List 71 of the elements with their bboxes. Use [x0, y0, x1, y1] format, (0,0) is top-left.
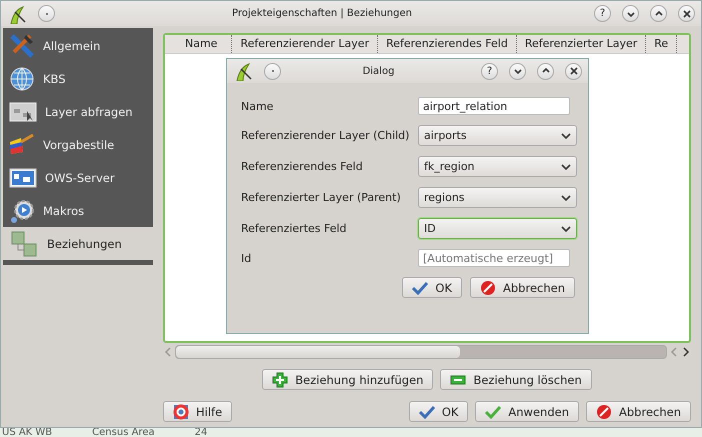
column-header[interactable]: Re: [646, 35, 678, 53]
sidebar-item[interactable]: Beziehungen: [3, 227, 153, 260]
button[interactable]: OK: [408, 401, 468, 422]
lifebuoy-icon: [173, 404, 189, 420]
field-label: Referenzierendes Feld: [241, 160, 364, 173]
text-field[interactable]: [Automatische erzeugt]: [418, 249, 570, 267]
tools-icon: [9, 32, 35, 58]
gear-icon: [9, 198, 35, 224]
sidebar-item[interactable]: Allgemein: [3, 29, 153, 62]
chevron-down-icon: [561, 194, 571, 202]
maximize-button[interactable]: [650, 5, 667, 22]
checkmark-icon: [485, 404, 502, 418]
scroll-left-icon: [669, 346, 679, 358]
help-button[interactable]: ?: [481, 62, 498, 80]
checkmark-icon: [418, 404, 435, 418]
chevron-down-icon: [561, 162, 571, 170]
dialog-title: Dialog: [362, 66, 396, 76]
field-label: Name: [241, 100, 274, 112]
button[interactable]: Beziehung löschen: [440, 369, 592, 390]
help-button[interactable]: ?: [594, 5, 611, 22]
background-text: US AK WB: [2, 428, 52, 437]
button[interactable]: Abbrechen: [470, 277, 575, 298]
dropdown[interactable]: regions: [418, 187, 577, 208]
close-button[interactable]: [565, 62, 582, 80]
button[interactable]: Abbrechen: [586, 401, 691, 422]
field-label: Referenzierter Layer (Parent): [241, 191, 402, 204]
field-label: Referenzierender Layer (Child): [241, 129, 410, 142]
column-header[interactable]: Referenzierender Layer: [232, 35, 378, 53]
chevron-down-icon: [561, 132, 571, 140]
chevron-down-icon: [561, 224, 571, 232]
sidebar-item[interactable]: Layer abfragen: [3, 95, 153, 128]
dropdown[interactable]: fk_region: [418, 156, 577, 177]
button[interactable]: Hilfe: [163, 401, 232, 422]
text-field[interactable]: airport_relation: [418, 97, 570, 115]
close-icon: [568, 65, 580, 77]
window-title: Projekteigenschaften | Beziehungen: [231, 8, 413, 19]
maximize-button[interactable]: [537, 62, 554, 80]
sidebar-item[interactable]: Vorgabestile: [3, 128, 153, 161]
scroll-left-icon: [163, 346, 173, 358]
brush-icon: [9, 134, 35, 156]
tables-icon: [11, 230, 39, 256]
dropdown[interactable]: ID: [418, 218, 577, 239]
sidebar-item[interactable]: KBS: [3, 62, 153, 95]
background-text: Census Area: [92, 428, 155, 437]
checkmark-icon: [412, 280, 428, 294]
dropdown[interactable]: airports: [418, 125, 577, 146]
plus-icon: [272, 372, 288, 388]
globe-icon: [9, 66, 35, 92]
sidebar-item[interactable]: Makros: [3, 194, 153, 227]
close-icon: [680, 8, 692, 20]
close-button[interactable]: [678, 5, 695, 22]
button[interactable]: Beziehung hinzufügen: [262, 369, 434, 390]
cancel-icon: [596, 404, 612, 420]
scroll-right-icon: [681, 346, 691, 358]
column-header[interactable]: Name: [165, 35, 232, 53]
scrollbar-thumb[interactable]: [176, 346, 460, 358]
minus-icon: [450, 374, 466, 384]
background-text: 24: [194, 428, 208, 437]
cancel-icon: [480, 280, 496, 296]
map-pointer-icon: [9, 100, 37, 122]
minimize-button[interactable]: [622, 5, 639, 22]
scrollbar-track[interactable]: [175, 345, 667, 359]
button[interactable]: Anwenden: [475, 401, 579, 422]
column-header[interactable]: Referenzierter Layer: [516, 35, 646, 53]
field-label: Referenziertes Feld: [241, 222, 348, 235]
sidebar-item[interactable]: OWS-Server: [3, 161, 153, 194]
map-icon: [9, 168, 37, 188]
column-header[interactable]: Referenzierendes Feld: [378, 35, 517, 53]
minimize-button[interactable]: [509, 62, 526, 80]
field-label: Id: [241, 252, 252, 264]
button[interactable]: OK: [402, 277, 462, 298]
